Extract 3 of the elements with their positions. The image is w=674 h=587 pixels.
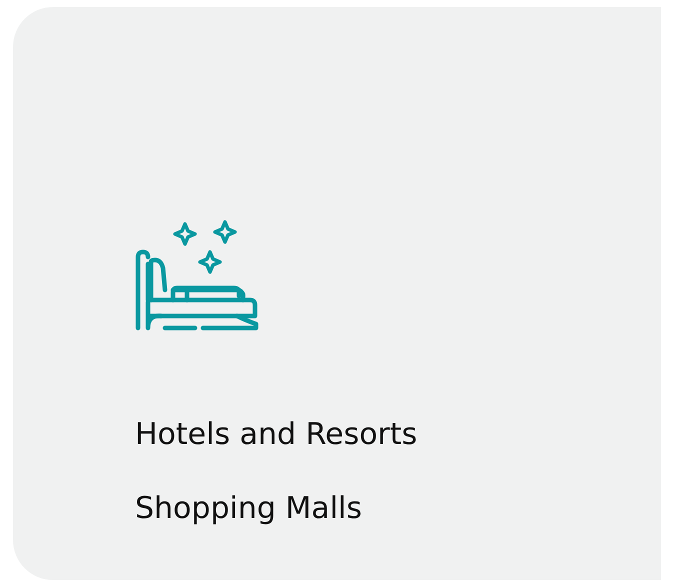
category-label: Shopping Malls — [135, 490, 363, 528]
category-label: Hotels and Resorts — [135, 416, 418, 454]
bed-icon — [135, 220, 259, 332]
